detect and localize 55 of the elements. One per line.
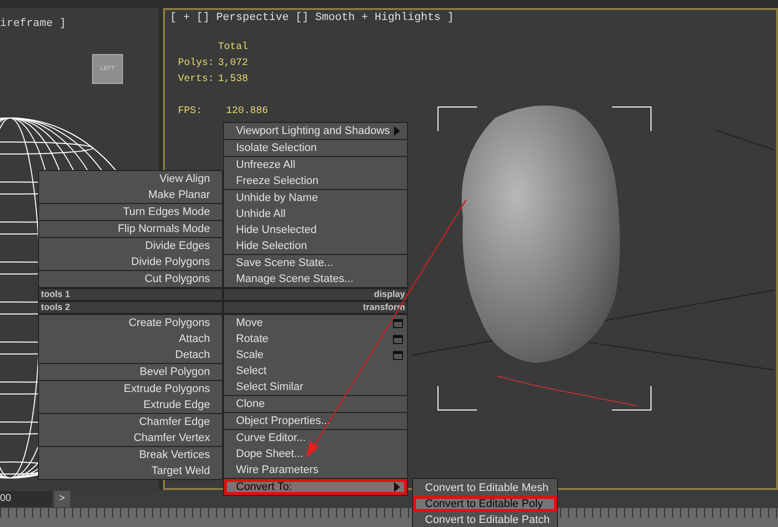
quad-header: tools 2 <box>38 301 223 314</box>
frame-field[interactable]: 00 <box>0 491 52 507</box>
menu-item[interactable]: Target Weld <box>39 463 222 479</box>
menu-item[interactable]: Divide Edges <box>39 238 222 254</box>
menu-item[interactable]: Curve Editor... <box>224 430 407 446</box>
menu-item[interactable]: Unhide All <box>224 206 407 222</box>
menu-item[interactable]: Detach <box>39 347 222 363</box>
menu-item[interactable]: Break Vertices <box>39 447 222 463</box>
menu-item[interactable]: Isolate Selection <box>224 140 407 156</box>
menu-item[interactable]: Unhide by Name <box>224 190 407 206</box>
menu-item[interactable]: Clone <box>224 396 407 412</box>
menu-item[interactable]: Dope Sheet... <box>224 446 407 462</box>
menu-item[interactable]: Make Planar <box>39 187 222 203</box>
fps-label: FPS: <box>178 105 202 119</box>
fps-value: 120.886 <box>226 105 268 119</box>
next-frame-button[interactable]: > <box>54 491 70 507</box>
menu-item[interactable]: Save Scene State... <box>224 255 407 271</box>
menu-item[interactable]: Convert to Editable Poly <box>413 496 557 512</box>
menu-item[interactable]: Scale <box>224 347 407 363</box>
menu-item[interactable]: Object Properties... <box>224 413 407 429</box>
menu-item[interactable]: Create Polygons <box>39 315 222 331</box>
menu-item[interactable]: Viewport Lighting and Shadows <box>224 123 407 139</box>
quad-header: display <box>223 288 408 301</box>
menu-item[interactable]: Bevel Polygon <box>39 364 222 380</box>
viewport-label: [ + [] Perspective [] Smooth + Highlights ] <box>170 11 454 26</box>
quad-header: tools 1 <box>38 288 223 301</box>
menu-item[interactable]: Hide Unselected <box>224 222 407 238</box>
menu-item[interactable]: Unfreeze All <box>224 157 407 173</box>
menu-item[interactable]: Extrude Polygons <box>39 381 222 397</box>
menu-item[interactable]: Turn Edges Mode <box>39 204 222 220</box>
menu-item[interactable]: Attach <box>39 331 222 347</box>
stats-value: 3,072 <box>218 57 248 71</box>
menu-item[interactable]: Convert to Editable Patch <box>413 512 557 527</box>
menu-item[interactable]: Wire Parameters <box>224 462 407 478</box>
menu-item[interactable]: Convert To: <box>224 479 407 495</box>
menu-item[interactable]: Rotate <box>224 331 407 347</box>
menu-item[interactable]: Hide Selection <box>224 238 407 254</box>
menu-item[interactable]: Move <box>224 315 407 331</box>
menu-item[interactable]: Extrude Edge <box>39 397 222 413</box>
menu-item[interactable]: Select <box>224 363 407 379</box>
stats-label: Polys: <box>178 56 214 71</box>
menu-item[interactable]: Flip Normals Mode <box>39 221 222 237</box>
menu-item[interactable]: Divide Polygons <box>39 254 222 270</box>
stats-header: Total <box>217 40 250 55</box>
menu-item[interactable]: Convert to Editable Mesh <box>413 480 557 496</box>
stats-label: Verts: <box>178 73 214 87</box>
viewport-label: ireframe ] <box>0 17 66 32</box>
menu-item[interactable]: Manage Scene States... <box>224 271 407 287</box>
menu-item[interactable]: View Align <box>39 171 222 187</box>
menu-item[interactable]: Chamfer Vertex <box>39 430 222 446</box>
stats-value: 1,538 <box>218 73 248 87</box>
menu-item[interactable]: Freeze Selection <box>224 173 407 189</box>
menu-item[interactable]: Cut Polygons <box>39 271 222 287</box>
menu-item[interactable]: Chamfer Edge <box>39 414 222 430</box>
menu-item[interactable]: Select Similar <box>224 379 407 395</box>
